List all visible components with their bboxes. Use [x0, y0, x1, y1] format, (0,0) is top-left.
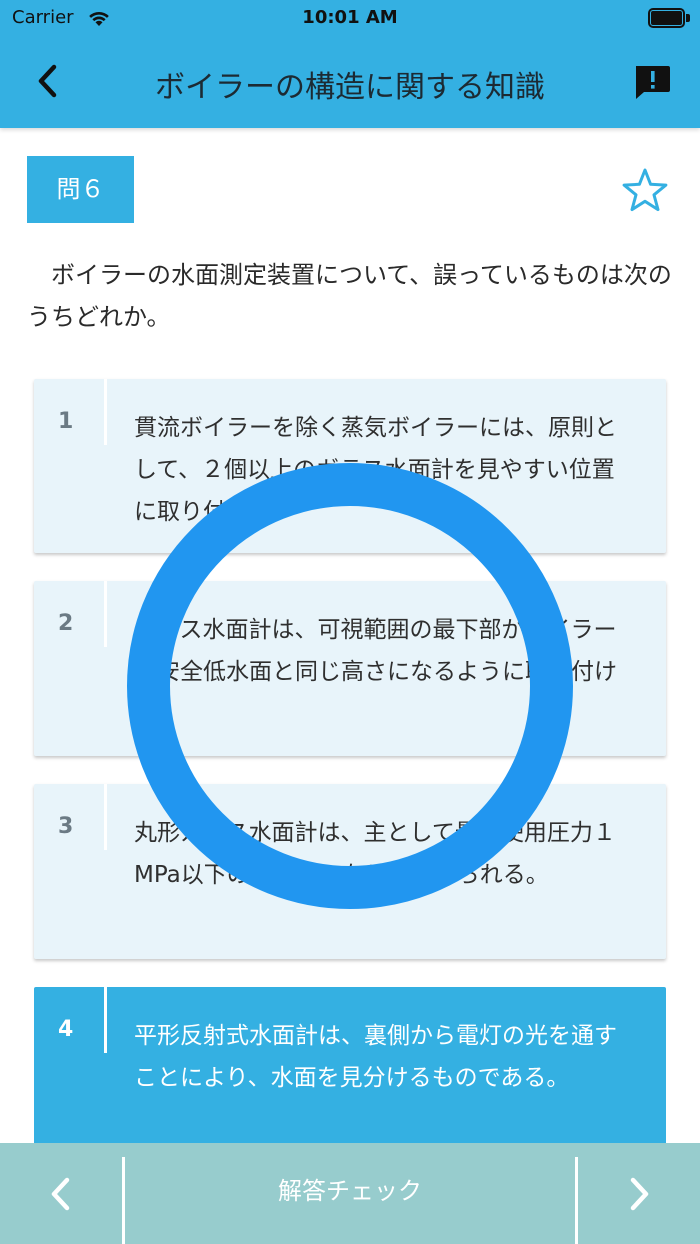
- choice-3[interactable]: 3 丸形ガラス水面計は、主として最高使用圧力１MPa以下のボイラーなどに用いられ…: [34, 784, 666, 959]
- choice-divider: [104, 987, 107, 1053]
- status-bar: Carrier 10:01 AM: [0, 0, 700, 36]
- chevron-left-icon: [38, 64, 57, 98]
- chevron-left-icon: [51, 1177, 70, 1210]
- header: Carrier 10:01 AM ボイラーの構造に関する知識: [0, 0, 700, 128]
- choice-4[interactable]: 4 平形反射式水面計は、裏側から電灯の光を通すことにより、水面を見分けるものであ…: [34, 987, 666, 1162]
- choice-number: 2: [58, 611, 74, 636]
- choice-1[interactable]: 1 貫流ボイラーを除く蒸気ボイラーには、原則として、２個以上のガラス水面計を見や…: [34, 379, 666, 553]
- question-text: ボイラーの水面測定装置について、誤っているものは次のうちどれか。: [27, 261, 672, 331]
- choice-2[interactable]: 2 ガラス水面計は、可視範囲の最下部がボイラーの安全低水面と同じ高さになるように…: [34, 581, 666, 756]
- choice-number: 4: [58, 1017, 74, 1042]
- choice-text: 平形反射式水面計は、裏側から電灯の光を通すことにより、水面を見分けるものである。: [134, 1023, 617, 1091]
- star-outline-icon: [622, 168, 668, 212]
- choice-number: 3: [58, 814, 74, 839]
- choice-number: 1: [58, 409, 74, 434]
- report-icon: [636, 66, 670, 99]
- choice-text: 貫流ボイラーを除く蒸気ボイラーには、原則として、２個以上のガラス水面計を見やすい…: [134, 415, 617, 525]
- choice-text: 丸形ガラス水面計は、主として最高使用圧力１MPa以下のボイラーなどに用いられる。: [134, 820, 616, 888]
- favorite-button[interactable]: [620, 166, 670, 214]
- page-title: ボイラーの構造に関する知識: [155, 70, 545, 105]
- choice-divider: [104, 379, 107, 445]
- next-question-button[interactable]: [578, 1143, 700, 1244]
- back-button[interactable]: [26, 58, 72, 104]
- battery-icon: [648, 8, 690, 28]
- check-answer-button[interactable]: 解答チェック: [125, 1143, 575, 1244]
- status-time: 10:01 AM: [302, 7, 398, 28]
- choice-divider: [104, 581, 107, 647]
- chevron-right-icon: [630, 1177, 649, 1210]
- previous-question-button[interactable]: [0, 1143, 122, 1244]
- bottom-toolbar: 解答チェック: [0, 1143, 700, 1244]
- choice-text: ガラス水面計は、可視範囲の最下部がボイラーの安全低水面と同じ高さになるように取り…: [134, 617, 617, 727]
- report-button[interactable]: [630, 60, 674, 104]
- choice-divider: [104, 784, 107, 850]
- question-number-badge: 問６: [27, 156, 134, 223]
